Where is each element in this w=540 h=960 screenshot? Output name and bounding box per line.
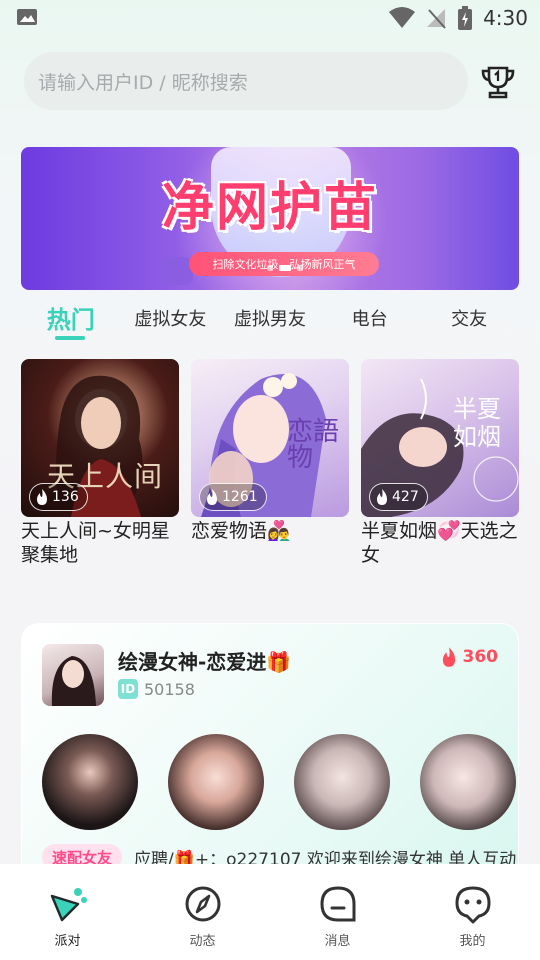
room-cover: 恋語物 1261 [191, 359, 349, 517]
message-icon [319, 886, 355, 922]
search-row: 请输入用户ID / 昵称搜索 [24, 52, 518, 110]
room-title: 半夏如烟💞天选之女 [361, 520, 518, 566]
room-card[interactable]: 恋語物 1261 恋爱物语👩‍❤️‍👨 [191, 359, 349, 543]
party-icon [50, 888, 87, 922]
category-tabs: 热门 虚拟女友 虚拟男友 电台 交友 [21, 298, 519, 342]
pager-dot [267, 265, 273, 271]
search-input[interactable]: 请输入用户ID / 昵称搜索 [24, 52, 468, 110]
member-avatar[interactable] [42, 734, 138, 830]
room-id: ID 50158 [118, 679, 195, 699]
party-room-card[interactable]: 绘漫女神-恋爱进🎁 ID 50158 360 速配女友 应聘/🎁+：o22710… [21, 623, 519, 883]
flame-icon [37, 489, 47, 505]
avatar-art [51, 656, 96, 706]
cover-text: 恋語物 [287, 417, 340, 473]
banner-title: 净网护苗 [161, 177, 378, 238]
member-avatars [42, 734, 516, 830]
flame-icon [442, 647, 455, 667]
member-avatar[interactable] [420, 734, 516, 830]
room-id-value: 50158 [144, 679, 195, 699]
tab-radio[interactable]: 电台 [320, 298, 420, 342]
room-avatar [42, 644, 104, 706]
tab-hot[interactable]: 热门 [21, 298, 121, 342]
room-heat: 360 [439, 646, 499, 668]
tab-indicator [55, 336, 85, 340]
tab-label: 电台 [351, 309, 388, 330]
heat-badge: 136 [29, 483, 88, 511]
room-cover: 天上人间 136 [21, 359, 179, 517]
pager-dot [297, 265, 303, 271]
nav-messages[interactable]: 消息 [270, 864, 405, 960]
status-bar: 4:30 [0, 0, 540, 36]
nav-profile[interactable]: 我的 [405, 864, 540, 960]
heat-count: 427 [392, 489, 419, 505]
flame-icon [377, 489, 387, 505]
profile-icon [455, 886, 490, 924]
room-cards: 天上人间 136 天上人间~女明星聚集地 恋語物 1261 恋爱物语 [21, 359, 519, 569]
promo-banner[interactable]: 净网护苗 扫除文化垃圾，弘扬新风正气 [21, 147, 519, 290]
nav-label: 消息 [324, 934, 351, 949]
banner-pager [267, 265, 303, 271]
image-notification-icon [17, 9, 37, 25]
banner-subtitle: 扫除文化垃圾，弘扬新风正气 [189, 252, 379, 276]
bottom-nav: 派对 动态 消息 我的 [0, 864, 540, 960]
cover-text: 半夏如烟 [453, 395, 501, 451]
pager-dot-active [279, 265, 291, 271]
nav-label: 动态 [189, 934, 216, 949]
heat-count: 136 [52, 489, 79, 505]
room-title: 恋爱物语👩‍❤️‍👨 [191, 520, 291, 542]
tab-label: 交友 [451, 309, 488, 330]
tab-virtual-girlfriend[interactable]: 虚拟女友 [121, 298, 221, 342]
tab-virtual-boyfriend[interactable]: 虚拟男友 [220, 298, 320, 342]
member-avatar[interactable] [168, 734, 264, 830]
room-name: 绘漫女神-恋爱进🎁 [118, 650, 292, 674]
wifi-icon [389, 7, 416, 28]
compass-icon [185, 886, 220, 922]
heat-badge: 1261 [199, 483, 267, 511]
room-cover: 半夏如烟 427 [361, 359, 519, 517]
tab-label: 虚拟女友 [134, 309, 207, 330]
tab-label: 虚拟男友 [233, 309, 306, 330]
id-label: ID [118, 679, 138, 699]
status-time: 4:30 [483, 6, 528, 30]
battery-icon [458, 6, 473, 30]
tab-label: 热门 [46, 306, 95, 334]
nav-label: 派对 [54, 934, 81, 949]
heat-count: 1261 [222, 489, 258, 505]
heat-badge: 427 [369, 483, 428, 511]
nav-label: 我的 [459, 934, 486, 949]
room-card[interactable]: 天上人间 136 天上人间~女明星聚集地 [21, 359, 179, 567]
member-avatar[interactable] [294, 734, 390, 830]
room-heat-count: 360 [462, 647, 499, 667]
nav-moments[interactable]: 动态 [135, 864, 270, 960]
tab-friends[interactable]: 交友 [419, 298, 519, 342]
trophy-icon[interactable] [478, 62, 518, 102]
room-title: 天上人间~女明星聚集地 [21, 520, 170, 566]
flame-icon [207, 489, 217, 505]
nav-party[interactable]: 派对 [0, 864, 135, 960]
room-card[interactable]: 半夏如烟 427 半夏如烟💞天选之女 [361, 359, 519, 567]
signal-icon [427, 9, 446, 29]
